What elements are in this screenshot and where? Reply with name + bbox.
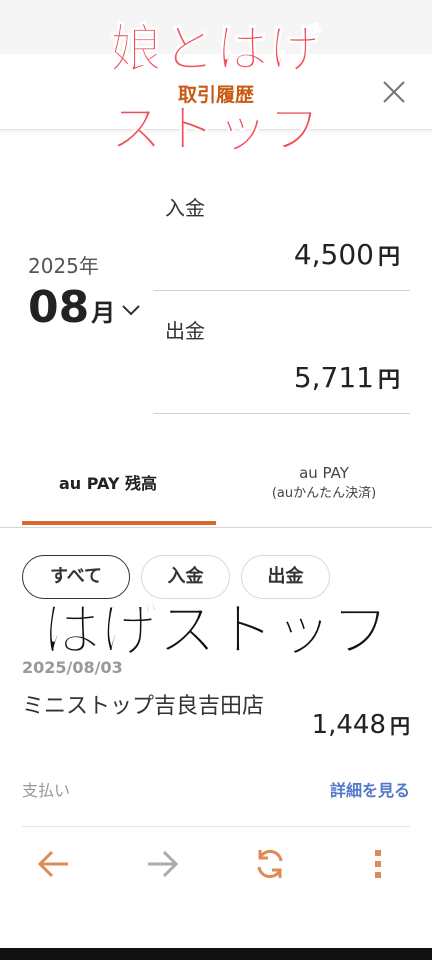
more-vertical-icon bbox=[375, 850, 381, 878]
view-details-link[interactable]: 詳細を見る bbox=[330, 777, 410, 801]
overlay-caption-line1: 娘とはげ bbox=[109, 20, 322, 81]
overlay-caption-big: はげストップ bbox=[41, 596, 390, 665]
divider bbox=[22, 826, 410, 827]
forward-arrow-icon bbox=[148, 850, 179, 878]
transaction-date: 2025/08/03 bbox=[22, 658, 123, 677]
system-nav-bar bbox=[0, 948, 432, 960]
transaction-type: 支払い bbox=[22, 781, 71, 800]
year-label: 2025年 bbox=[28, 254, 99, 278]
income-label: 入金 bbox=[165, 196, 205, 220]
filter-all-chip[interactable]: すべて bbox=[22, 555, 130, 599]
filter-expense-chip[interactable]: 出金 bbox=[241, 555, 330, 599]
more-menu-button[interactable] bbox=[360, 846, 396, 882]
tab-au-pay-balance[interactable]: au PAY 残高 bbox=[0, 448, 216, 528]
month-unit: 月 bbox=[91, 299, 116, 327]
overlay-caption-line2: ストップ bbox=[109, 100, 322, 161]
transaction-merchant: ミニストップ吉良吉田店 bbox=[22, 694, 265, 719]
divider bbox=[153, 290, 410, 291]
divider bbox=[153, 413, 410, 414]
forward-button[interactable] bbox=[144, 846, 180, 882]
back-arrow-icon bbox=[37, 850, 68, 878]
income-amount: 4,500 円 bbox=[293, 238, 400, 271]
back-button[interactable] bbox=[36, 846, 72, 882]
refresh-button[interactable] bbox=[252, 846, 288, 882]
month-value: 08 bbox=[28, 282, 90, 333]
expense-label: 出金 bbox=[165, 319, 205, 343]
month-selector[interactable]: 08 月 bbox=[28, 282, 141, 334]
tab-au-pay-easy-payment[interactable]: au PAY (auかんたん決済) bbox=[216, 448, 432, 528]
refresh-icon bbox=[257, 849, 283, 879]
tab-indicator bbox=[22, 521, 216, 525]
browser-toolbar bbox=[0, 832, 432, 896]
expense-amount: 5,711 円 bbox=[293, 361, 400, 394]
tab-bar: au PAY 残高 au PAY (auかんたん決済) bbox=[0, 448, 432, 528]
chevron-down-icon bbox=[122, 305, 140, 316]
transaction-amount: 1,448 円 bbox=[311, 710, 410, 740]
filter-income-chip[interactable]: 入金 bbox=[141, 555, 230, 599]
